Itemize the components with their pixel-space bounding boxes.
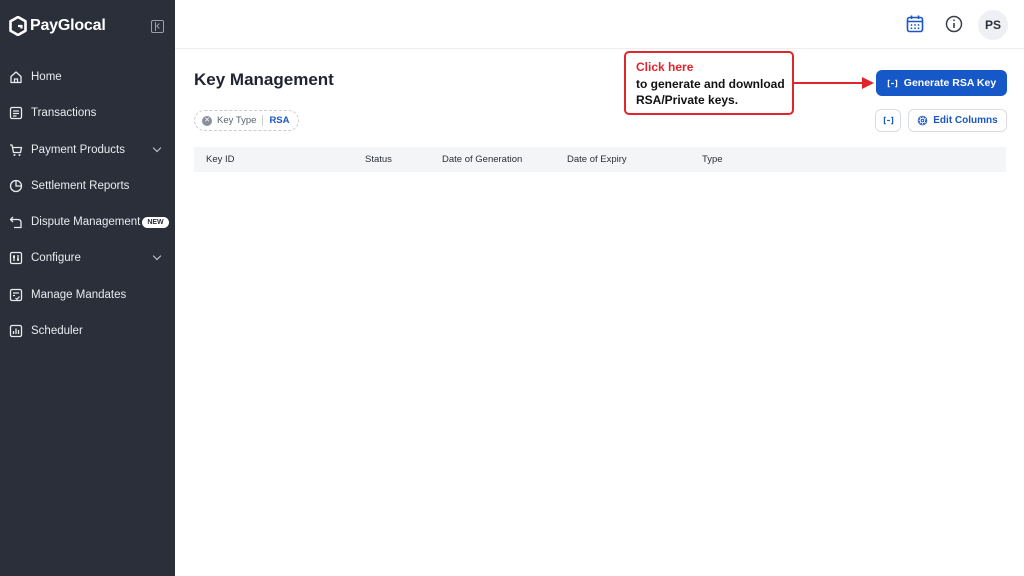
keys-table-header: Key ID Status Date of Generation Date of… [194,147,1006,172]
user-avatar[interactable]: PS [978,10,1008,40]
brand-logo[interactable]: PayGlocal [9,14,106,38]
sidebar: PayGlocal Home Transactions Payment Prod… [0,0,175,576]
top-header: PS [175,0,1024,49]
edit-columns-label: Edit Columns [933,115,998,126]
filter-value: RSA [269,115,290,126]
remove-filter-icon[interactable]: ✕ [202,115,212,126]
annotation-callout: Click here to generate and download RSA/… [624,51,794,115]
sidebar-item-label: Scheduler [31,325,83,337]
sidebar-item-scheduler[interactable]: Scheduler [0,314,175,348]
column-header-type[interactable]: Type [702,154,723,165]
sidebar-item-label: Transactions [31,107,97,119]
filter-chip-key-type: ✕ Key Type RSA [194,110,299,131]
chevron-down-icon [152,251,162,261]
sidebar-item-label: Payment Products [31,144,125,156]
annotation-line-2: RSA/Private keys. [636,93,739,107]
sidebar-item-label: Configure [31,252,81,264]
sidebar-item-label: Settlement Reports [31,180,130,192]
annotation-arrow-icon [794,77,874,89]
payglocal-logo-icon [9,16,27,36]
sidebar-item-dispute-management[interactable]: Dispute Management NEW [0,205,175,239]
column-header-status[interactable]: Status [365,154,392,165]
sidebar-item-manage-mandates[interactable]: Manage Mandates [0,278,175,312]
refresh-icon [883,116,893,125]
sidebar-item-transactions[interactable]: Transactions [0,96,175,130]
sidebar-item-payment-products[interactable]: Payment Products [0,133,175,167]
collapse-sidebar-icon[interactable] [151,20,164,33]
brand-name: PayGlocal [30,17,106,34]
generate-rsa-key-label: Generate RSA Key [903,77,997,89]
chevron-down-icon [152,143,162,153]
home-icon [10,71,22,84]
generate-rsa-key-button[interactable]: Generate RSA Key [876,70,1007,96]
mandate-icon [9,288,23,302]
new-badge: NEW [142,216,169,228]
gear-icon [917,115,928,126]
sidebar-item-label: Dispute Management [31,216,141,228]
filter-divider [262,115,264,126]
sidebar-item-label: Manage Mandates [31,289,127,301]
transactions-icon [9,106,23,120]
calendar-icon[interactable] [904,13,926,35]
return-icon [9,216,22,229]
sidebar-item-configure[interactable]: Configure [0,241,175,275]
sidebar-item-home[interactable]: Home [0,60,175,94]
annotation-line-1: to generate and download [636,76,785,91]
sidebar-item-label: Home [31,71,62,83]
column-header-key-id[interactable]: Key ID [206,154,235,165]
filter-key: Key Type [217,115,257,126]
column-header-date-of-generation[interactable]: Date of Generation [442,154,522,165]
sidebar-item-settlement-reports[interactable]: Settlement Reports [0,169,175,203]
info-icon[interactable] [943,13,965,35]
generate-key-icon [887,79,898,87]
edit-columns-button[interactable]: Edit Columns [908,109,1007,132]
pie-chart-icon [9,179,23,193]
configure-icon [9,251,23,265]
refresh-button[interactable] [875,109,901,132]
page-title: Key Management [194,70,334,89]
annotation-title: Click here [636,60,694,74]
column-header-date-of-expiry[interactable]: Date of Expiry [567,154,627,165]
scheduler-icon [9,324,23,338]
cart-icon [10,144,23,156]
